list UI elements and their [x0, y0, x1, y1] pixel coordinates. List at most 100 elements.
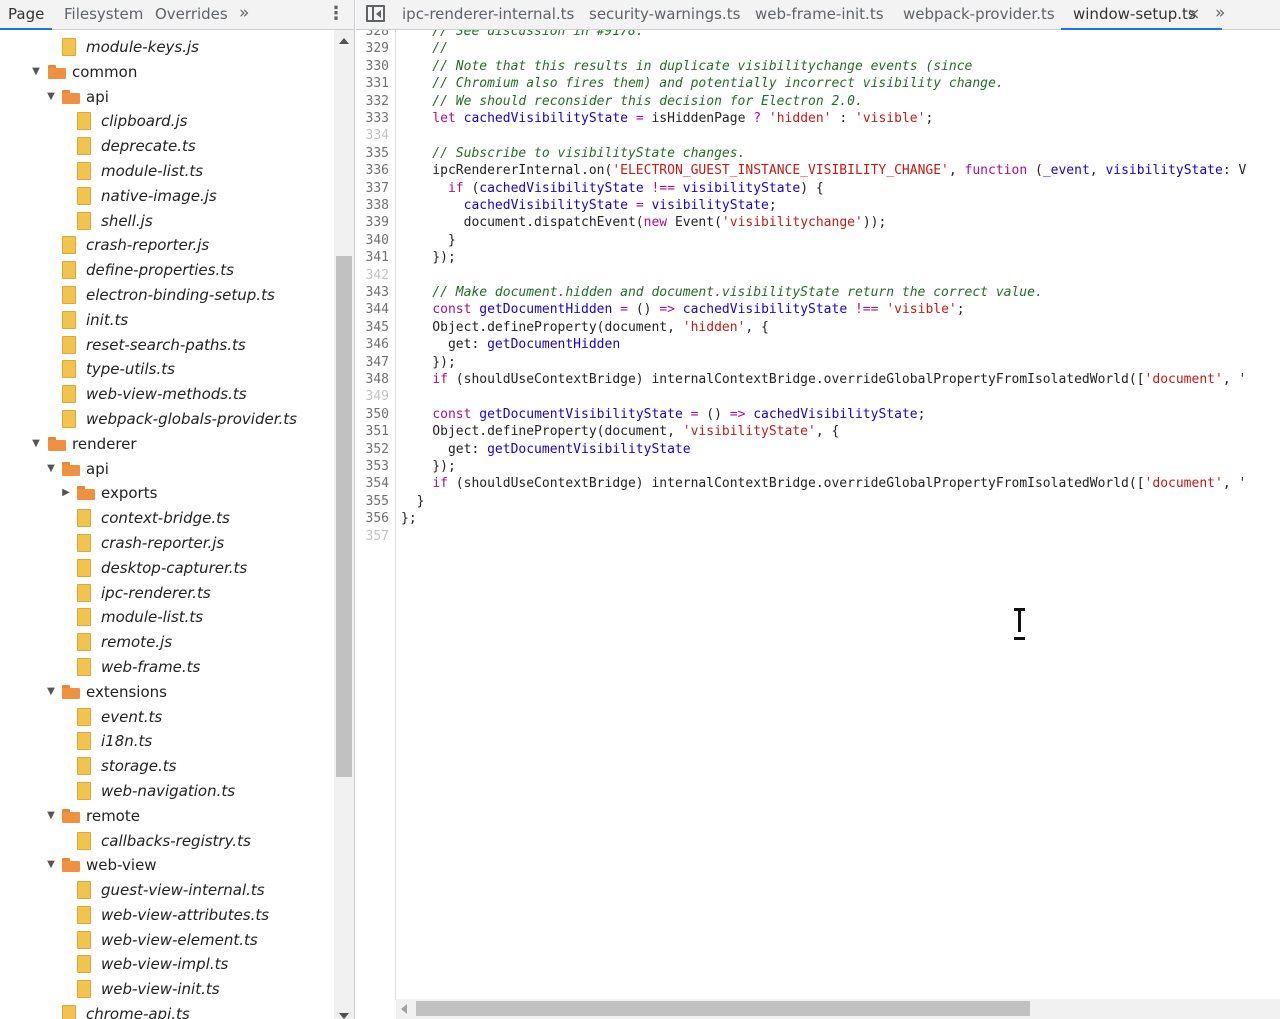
tab-page[interactable]: Page — [0, 0, 53, 30]
code-line[interactable]: }); — [401, 249, 456, 266]
code-line[interactable]: ipcRendererInternal.on('ELECTRON_GUEST_I… — [401, 162, 1246, 179]
line-number[interactable]: 352 — [366, 441, 389, 458]
tree-file-row[interactable]: web-navigation.ts — [0, 779, 334, 804]
editor-tab[interactable]: security-warnings.ts — [589, 0, 740, 29]
tree-folder-row[interactable]: ▼ renderer — [0, 432, 334, 457]
code-line[interactable]: if (cachedVisibilityState !== visibility… — [401, 180, 824, 197]
expanded-triangle-icon[interactable]: ▼ — [45, 807, 57, 825]
tree-file-row[interactable]: module-keys.js — [0, 35, 334, 60]
code-line[interactable]: document.dispatchEvent(new Event('visibi… — [401, 214, 887, 231]
line-number[interactable]: 350 — [366, 406, 389, 423]
tree-file-row[interactable]: native-image.js — [0, 184, 334, 209]
code-line[interactable]: get: getDocumentHidden — [401, 336, 620, 353]
tree-folder-row[interactable]: ▼ api — [0, 85, 334, 110]
tree-file-row[interactable]: web-view-element.ts — [0, 928, 334, 953]
tree-folder-row[interactable]: ▼ common — [0, 60, 334, 85]
expanded-triangle-icon[interactable]: ▼ — [45, 460, 57, 478]
tree-file-row[interactable]: define-properties.ts — [0, 258, 334, 283]
tree-file-row[interactable]: module-list.ts — [0, 605, 334, 630]
tree-folder-row[interactable]: ▼ remote — [0, 804, 334, 829]
line-number[interactable]: 330 — [366, 58, 389, 75]
close-tab-icon[interactable]: × — [1187, 0, 1200, 29]
code-line[interactable]: // — [401, 40, 448, 57]
tree-file-row[interactable]: web-frame.ts — [0, 655, 334, 680]
code-line[interactable]: get: getDocumentVisibilityState — [401, 441, 691, 458]
horizontal-scrollbar[interactable] — [396, 999, 1280, 1019]
editor-tab[interactable]: ipc-renderer-internal.ts — [402, 0, 574, 29]
code-line[interactable]: if (shouldUseContextBridge) internalCont… — [401, 371, 1246, 388]
line-number[interactable]: 355 — [366, 493, 389, 510]
tree-file-row[interactable]: reset-search-paths.ts — [0, 333, 334, 358]
line-number[interactable]: 344 — [366, 301, 389, 318]
line-number[interactable]: 329 — [366, 40, 389, 57]
tree-folder-row[interactable]: ▼ api — [0, 457, 334, 482]
line-number[interactable]: 349 — [366, 388, 389, 405]
tree-file-row[interactable]: callbacks-registry.ts — [0, 829, 334, 854]
horizontal-scrollbar-thumb[interactable] — [416, 1001, 1030, 1016]
code-line[interactable]: }; — [401, 510, 417, 527]
code-line[interactable]: if (shouldUseContextBridge) internalCont… — [401, 475, 1246, 492]
tree-file-row[interactable]: crash-reporter.js — [0, 233, 334, 258]
line-number[interactable]: 334 — [366, 127, 389, 144]
code-line[interactable]: // Make document.hidden and document.vis… — [401, 284, 1043, 301]
tree-file-row[interactable]: deprecate.ts — [0, 134, 334, 159]
editor-tab[interactable]: webpack-provider.ts — [903, 0, 1055, 29]
scroll-left-arrow-icon[interactable] — [401, 1004, 407, 1014]
code-line[interactable]: } — [401, 232, 456, 249]
line-number[interactable]: 335 — [366, 145, 389, 162]
tree-file-row[interactable]: webpack-globals-provider.ts — [0, 407, 334, 432]
tree-file-row[interactable]: ipc-renderer.ts — [0, 581, 334, 606]
code-line[interactable]: }); — [401, 458, 456, 475]
line-number[interactable]: 341 — [366, 249, 389, 266]
tree-folder-row[interactable]: ▶ exports — [0, 481, 334, 506]
line-number[interactable]: 347 — [366, 354, 389, 371]
line-number[interactable]: 356 — [366, 510, 389, 527]
tree-file-row[interactable]: web-view-init.ts — [0, 977, 334, 1002]
tree-file-row[interactable]: clipboard.js — [0, 109, 334, 134]
expanded-triangle-icon[interactable]: ▼ — [45, 683, 57, 701]
toggle-navigator-icon[interactable] — [366, 5, 385, 22]
tree-file-row[interactable]: module-list.ts — [0, 159, 334, 184]
scroll-up-arrow-icon[interactable] — [339, 38, 349, 44]
code-line[interactable]: // Chromium also fires them) and potenti… — [401, 75, 1003, 92]
expanded-triangle-icon[interactable]: ▼ — [45, 88, 57, 106]
tree-file-row[interactable]: chrome-api.ts — [0, 1002, 334, 1019]
tree-folder-row[interactable]: ▼ extensions — [0, 680, 334, 705]
line-number[interactable]: 339 — [366, 214, 389, 231]
line-number[interactable]: 340 — [366, 232, 389, 249]
line-number-gutter[interactable]: 328 329 330 331 332 333 334 335 336 337 338 339 340 3… — [356, 30, 396, 1000]
tree-file-row[interactable]: init.ts — [0, 308, 334, 333]
tree-file-row[interactable]: web-view-impl.ts — [0, 952, 334, 977]
tree-file-row[interactable]: remote.js — [0, 630, 334, 655]
more-tabs-chevron-icon[interactable]: » — [239, 0, 249, 29]
code-line[interactable]: Object.defineProperty(document, 'visibil… — [401, 423, 839, 440]
code-line[interactable]: // Subscribe to visibilityState changes. — [401, 145, 745, 162]
line-number[interactable]: 332 — [366, 93, 389, 110]
tree-file-row[interactable]: type-utils.ts — [0, 357, 334, 382]
line-number[interactable]: 333 — [366, 110, 389, 127]
tree-file-row[interactable]: context-bridge.ts — [0, 506, 334, 531]
line-number[interactable]: 345 — [366, 319, 389, 336]
navigator-scrollbar-thumb[interactable] — [336, 256, 352, 777]
code-line[interactable]: } — [401, 493, 425, 510]
code-line[interactable]: // See discussion in #9178. — [401, 30, 643, 40]
tab-overrides[interactable]: Overrides — [155, 0, 228, 29]
line-number[interactable]: 342 — [366, 267, 389, 284]
tree-file-row[interactable]: event.ts — [0, 705, 334, 730]
line-number[interactable]: 336 — [366, 162, 389, 179]
line-number[interactable]: 354 — [366, 475, 389, 492]
tree-file-row[interactable]: shell.js — [0, 209, 334, 234]
more-editor-tabs-chevron-icon[interactable]: » — [1215, 0, 1225, 29]
collapsed-triangle-icon[interactable]: ▶ — [60, 484, 72, 502]
tree-file-row[interactable]: web-view-attributes.ts — [0, 903, 334, 928]
line-number[interactable]: 353 — [366, 458, 389, 475]
code-area[interactable]: // See discussion in #9178. // // Note t… — [396, 30, 1280, 1000]
scroll-down-arrow-icon[interactable] — [339, 1013, 349, 1019]
expanded-triangle-icon[interactable]: ▼ — [30, 63, 42, 81]
navigator-scrollbar[interactable] — [334, 30, 354, 1019]
code-line[interactable]: Object.defineProperty(document, 'hidden'… — [401, 319, 769, 336]
code-line[interactable]: const getDocumentVisibilityState = () =>… — [401, 406, 925, 423]
code-line[interactable]: // Note that this results in duplicate v… — [401, 58, 972, 75]
line-number[interactable]: 351 — [366, 423, 389, 440]
tree-file-row[interactable]: i18n.ts — [0, 729, 334, 754]
